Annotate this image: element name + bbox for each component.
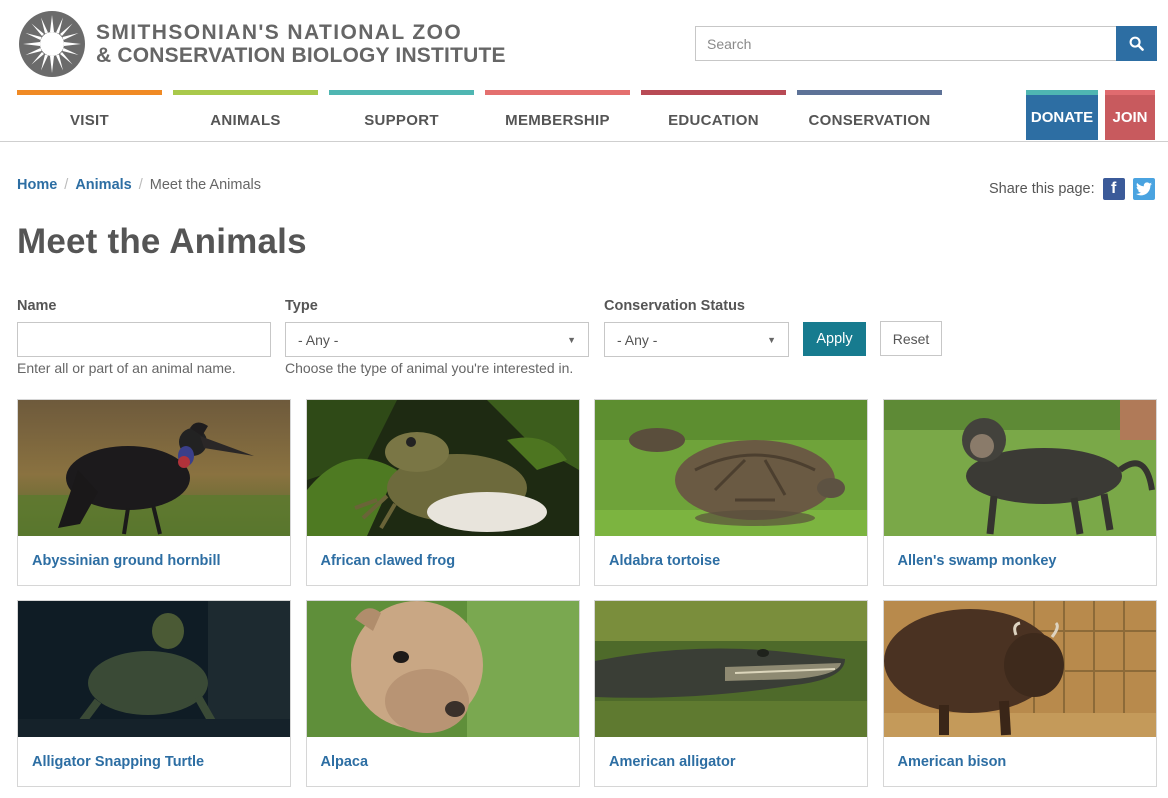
page-title: Meet the Animals <box>17 222 307 261</box>
name-filter-help: Enter all or part of an animal name. <box>17 360 236 376</box>
monkey-photo[interactable] <box>883 400 1156 536</box>
alligator-photo[interactable] <box>595 601 867 737</box>
logo-text: SMITHSONIAN'S NATIONAL ZOO & CONSERVATIO… <box>96 22 506 66</box>
breadcrumb-home[interactable]: Home <box>17 177 57 193</box>
search-input[interactable] <box>695 26 1116 61</box>
breadcrumb-animals[interactable]: Animals <box>75 177 131 193</box>
nav-education[interactable]: EDUCATION <box>641 90 786 141</box>
breadcrumb-separator: / <box>64 177 69 193</box>
facebook-glyph: f <box>1110 180 1117 197</box>
animal-name-link[interactable]: African clawed frog <box>307 536 579 585</box>
logo-line-2: & CONSERVATION BIOLOGY INSTITUTE <box>96 44 506 67</box>
share-bar: Share this page: f <box>989 178 1155 200</box>
animal-name-link[interactable]: Abyssinian ground hornbill <box>18 536 290 585</box>
breadcrumb-current: Meet the Animals <box>149 177 262 193</box>
nav-label: CONSERVATION <box>808 111 931 129</box>
nav-label: ANIMALS <box>210 111 281 129</box>
facebook-icon[interactable]: f <box>1102 178 1125 200</box>
nav-membership[interactable]: MEMBERSHIP <box>485 90 630 141</box>
search-icon <box>1129 36 1144 51</box>
breadcrumb: Home / Animals / Meet the Animals <box>17 177 261 193</box>
nav-label: SUPPORT <box>364 111 439 129</box>
animal-name-link[interactable]: Alpaca <box>307 737 579 786</box>
turtle-photo[interactable] <box>18 601 290 737</box>
dropdown-arrow-icon: ▼ <box>567 334 576 345</box>
sunburst-logo-icon <box>19 11 85 77</box>
animal-card[interactable]: Aldabra tortoise <box>594 399 868 586</box>
share-label: Share this page: <box>989 181 1095 197</box>
animal-card[interactable]: Alligator Snapping Turtle <box>17 600 291 787</box>
status-filter-value: - Any - <box>617 331 658 348</box>
animal-name-link[interactable]: Aldabra tortoise <box>595 536 867 585</box>
search-button[interactable] <box>1116 26 1157 61</box>
animal-grid: Abyssinian ground hornbill African clawe… <box>17 399 1157 787</box>
apply-button[interactable]: Apply <box>803 322 866 356</box>
animal-card[interactable]: Abyssinian ground hornbill <box>17 399 291 586</box>
breadcrumb-separator: / <box>138 177 143 193</box>
join-button[interactable]: JOIN <box>1105 90 1155 140</box>
animal-name-link[interactable]: American bison <box>884 737 1156 786</box>
site-search <box>695 26 1157 61</box>
status-filter-select[interactable]: - Any - ▼ <box>604 322 789 357</box>
nav-label: VISIT <box>69 111 109 129</box>
dropdown-arrow-icon: ▼ <box>767 334 776 345</box>
animal-card[interactable]: American bison <box>882 600 1157 787</box>
site-header: SMITHSONIAN'S NATIONAL ZOO & CONSERVATIO… <box>0 0 1168 142</box>
donate-button[interactable]: DONATE <box>1026 90 1098 140</box>
main-nav: VISIT ANIMALS SUPPORT MEMBERSHIP EDUCATI… <box>17 90 953 141</box>
name-filter-input[interactable] <box>17 322 271 357</box>
name-filter-label: Name <box>17 298 57 314</box>
status-filter-label: Conservation Status <box>604 298 745 314</box>
nav-support[interactable]: SUPPORT <box>329 90 474 141</box>
alpaca-photo[interactable] <box>306 601 579 737</box>
animal-card[interactable]: Alpaca <box>305 600 580 787</box>
twitter-icon[interactable] <box>1132 178 1155 200</box>
animal-card[interactable]: African clawed frog <box>305 399 580 586</box>
reset-button[interactable]: Reset <box>880 321 942 356</box>
animal-card[interactable]: American alligator <box>594 600 868 787</box>
type-filter-select[interactable]: - Any - ▼ <box>285 322 589 357</box>
nav-visit[interactable]: VISIT <box>17 90 162 141</box>
frog-photo[interactable] <box>306 400 579 536</box>
bison-photo[interactable] <box>883 601 1156 737</box>
animal-name-link[interactable]: Alligator Snapping Turtle <box>18 737 290 786</box>
animal-name-link[interactable]: Allen's swamp monkey <box>884 536 1156 585</box>
nav-animals[interactable]: ANIMALS <box>173 90 318 141</box>
tortoise-photo[interactable] <box>595 400 867 536</box>
type-filter-value: - Any - <box>298 331 339 348</box>
nav-label: MEMBERSHIP <box>505 111 610 129</box>
type-filter-help: Choose the type of animal you're interes… <box>285 360 574 376</box>
logo-line-1: SMITHSONIAN'S NATIONAL ZOO <box>96 21 463 44</box>
hornbill-photo[interactable] <box>18 400 290 536</box>
type-filter-label: Type <box>285 298 318 314</box>
site-logo[interactable]: SMITHSONIAN'S NATIONAL ZOO & CONSERVATIO… <box>18 10 508 78</box>
animal-name-link[interactable]: American alligator <box>595 737 867 786</box>
nav-label: EDUCATION <box>668 111 759 129</box>
twitter-bird-icon <box>1135 182 1152 196</box>
animal-card[interactable]: Allen's swamp monkey <box>882 399 1157 586</box>
nav-conservation[interactable]: CONSERVATION <box>797 90 942 141</box>
